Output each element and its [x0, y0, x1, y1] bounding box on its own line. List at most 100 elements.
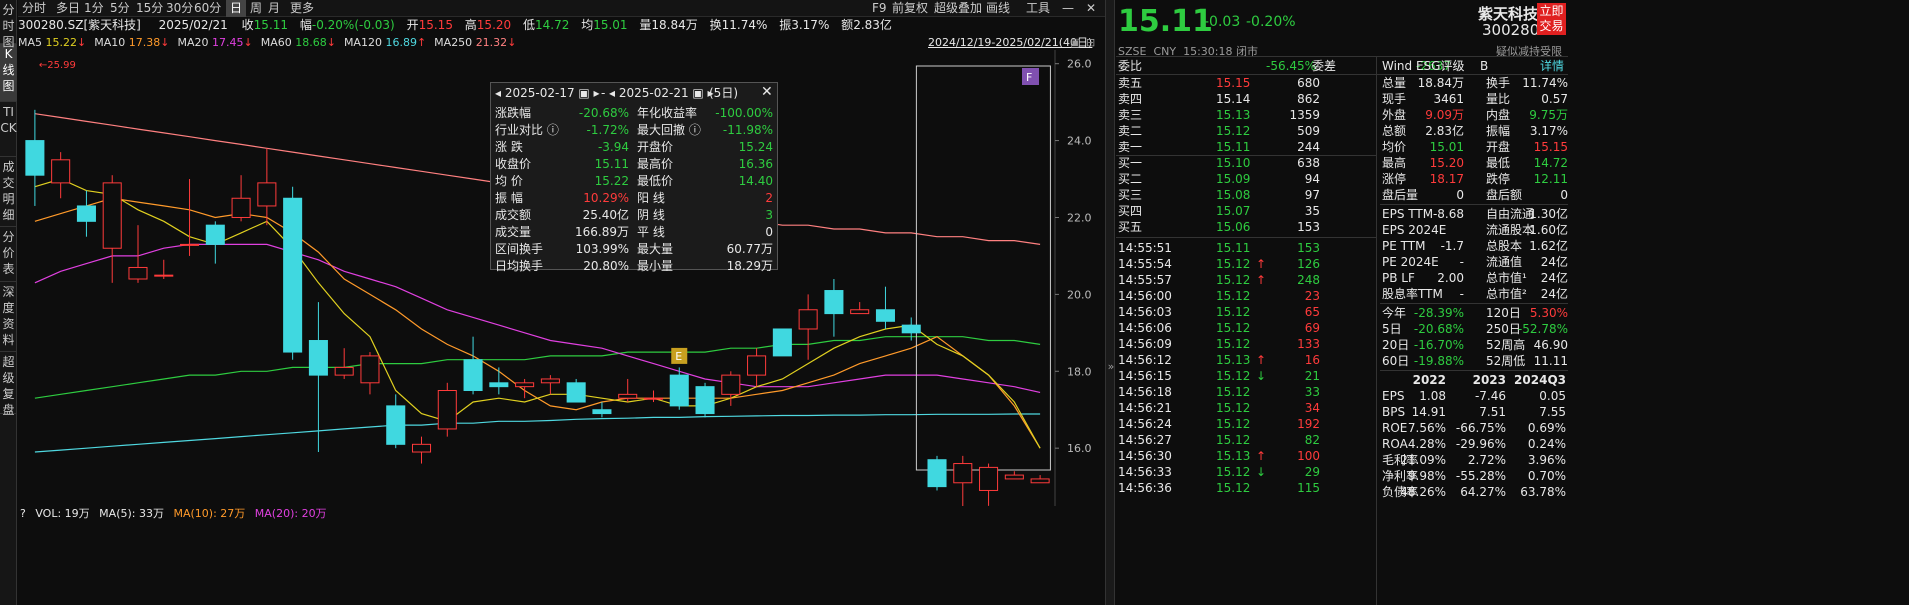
- range-end[interactable]: ◂ 2025-02-21 ▣ ▸: [609, 85, 714, 101]
- popup-close-icon[interactable]: ✕: [761, 84, 773, 100]
- overlay-button[interactable]: 超级叠加: [930, 0, 986, 17]
- left-tab-5[interactable]: 深度资料: [0, 282, 17, 352]
- popup-right-label: 最小量: [637, 259, 674, 273]
- popup-left-value: -20.68%: [578, 106, 629, 120]
- candle-body: [721, 374, 741, 395]
- period-8[interactable]: 周: [246, 0, 266, 17]
- period-bar: 分时 多日 1分 5分 15分 30分 60分日周月更多 F9 前复权 超级叠加 画线 工具…: [18, 0, 1105, 17]
- fin-value: 14.91: [1411, 405, 1446, 419]
- left-tabs: 分时图 K线图 TICK 成交明细 分价表 深度资料 超级复盘: [0, 0, 17, 605]
- open-label: 开: [406, 18, 419, 32]
- tick-arrow: ↑: [1256, 449, 1267, 463]
- buy-now-button[interactable]: 立即交易: [1537, 3, 1566, 35]
- esg-detail-link[interactable]: 详情: [1540, 58, 1564, 74]
- fund-label: 股息率TTM: [1382, 287, 1443, 301]
- tick-price: 15.12: [1216, 257, 1251, 271]
- tick-vol: 248: [1297, 273, 1320, 287]
- wb-value: -56.45%: [1266, 59, 1317, 73]
- period-7[interactable]: 日: [226, 0, 247, 17]
- fin-row: EPS 1.08 -7.46 0.05: [1380, 388, 1568, 404]
- expand-icon[interactable]: »: [1106, 360, 1116, 373]
- fin-value: 7.51: [1479, 405, 1506, 419]
- left-tab-0[interactable]: 分时图: [0, 0, 17, 49]
- popup-right-label: 最低价: [637, 174, 674, 188]
- left-tab-3[interactable]: 成交明细: [0, 157, 17, 227]
- fund-value-2: 1.30亿: [1529, 207, 1568, 221]
- period-3[interactable]: 5分: [106, 0, 134, 17]
- stat-label: 盘后量: [1382, 188, 1419, 202]
- candle-body: [308, 340, 328, 376]
- ma-arrow: ↑: [416, 36, 427, 49]
- minimize-icon[interactable]: —: [1058, 0, 1078, 17]
- candle-body: [747, 355, 767, 376]
- ma-label: MA20: [177, 36, 209, 49]
- question-icon[interactable]: ?: [20, 507, 26, 520]
- left-tab-6[interactable]: 超级复盘: [0, 352, 17, 417]
- candle-body: [51, 159, 71, 184]
- fin-header: 2022 2023 2024Q3: [1380, 372, 1568, 388]
- avg-label: 均: [581, 18, 594, 32]
- tick-price: 15.11: [1216, 241, 1251, 255]
- perf-value-2: 46.90: [1533, 338, 1568, 352]
- adjust-button[interactable]: 前复权: [888, 0, 932, 17]
- minus-icon[interactable]: ⊟: [1086, 35, 1095, 50]
- ma-value: 17.45: [211, 36, 244, 49]
- range-start-date[interactable]: 2025-02-17: [505, 86, 575, 100]
- y-tick-label: 26.0: [1067, 58, 1092, 71]
- perf-row: 5日 -20.68% 250日 -52.78%: [1380, 321, 1568, 337]
- date-range[interactable]: 2024/12/19-2025/02/21(40日): [928, 35, 1092, 50]
- candle-body: [1004, 474, 1024, 480]
- ask-vol: 680: [1297, 76, 1320, 90]
- ma-arrow: ↓: [243, 36, 253, 49]
- high-value: 15.20: [476, 18, 512, 32]
- fin-row: 负债率 48.26% 64.27% 63.78%: [1380, 484, 1568, 500]
- period-10[interactable]: 更多: [286, 0, 318, 17]
- range-end-date[interactable]: 2025-02-21: [619, 86, 689, 100]
- left-tab-4[interactable]: 分价表: [0, 227, 17, 282]
- bid-vol: 94: [1304, 172, 1320, 186]
- fund-label-2: 总市值¹: [1486, 271, 1527, 285]
- range-start[interactable]: ◂ 2025-02-17 ▣ ▸: [495, 85, 600, 101]
- fund-value: -8.68: [1432, 207, 1464, 221]
- draw-button[interactable]: 画线: [982, 0, 1014, 17]
- perf-row: 60日 -19.88% 52周低 11.11: [1380, 353, 1568, 369]
- right-panel: 15.11 -0.03 -0.20% 紫天科技 300280 立即交易 SZSE…: [1116, 0, 1909, 605]
- stat-value-2: 0: [1560, 188, 1568, 202]
- panel-divider[interactable]: »: [1105, 0, 1115, 605]
- perf-label-2: 52周高: [1486, 338, 1526, 352]
- popup-left-label: 振 幅: [495, 191, 523, 205]
- perf-label-2: 120日: [1486, 306, 1521, 320]
- vol-value: 18.84万: [651, 18, 698, 32]
- tick-vol: 69: [1304, 321, 1320, 335]
- stat-label-2: 最低: [1486, 156, 1511, 170]
- perf-label-2: 250日: [1486, 322, 1521, 336]
- tools-button[interactable]: 工具: [1022, 0, 1054, 17]
- ma-label: MA60: [260, 36, 292, 49]
- close-value: 15.11: [253, 18, 289, 32]
- calendar-icon[interactable]: ▣: [1070, 35, 1080, 50]
- ma-item-4: MA120 16.89↑: [344, 36, 426, 49]
- fin-value: 0.05: [1539, 389, 1566, 403]
- popup-left-label: 成交额: [495, 208, 532, 222]
- candle-body: [463, 359, 483, 392]
- fin-value: -7.46: [1474, 389, 1506, 403]
- period-9[interactable]: 月: [264, 0, 284, 17]
- left-tab-1[interactable]: K线图: [0, 44, 17, 102]
- high-label: 高: [464, 18, 477, 32]
- bid-vol: 153: [1297, 220, 1320, 234]
- period-6[interactable]: 60分: [190, 0, 225, 17]
- fund-value: -1.7: [1440, 239, 1464, 253]
- period-2[interactable]: 1分: [80, 0, 108, 17]
- popup-right-value: 15.24: [738, 140, 773, 154]
- left-tab-2[interactable]: TICK: [0, 102, 17, 157]
- y-tick-label: 20.0: [1067, 288, 1092, 301]
- period-0[interactable]: 分时: [18, 0, 50, 17]
- popup-left-label: 涨 跌: [495, 140, 523, 154]
- ma-label: MA5: [18, 36, 43, 49]
- fund-row: 股息率TTM - 总市值² 24亿: [1380, 286, 1568, 302]
- ma-item-5: MA250 21.32↓: [434, 36, 516, 49]
- fin-value: 48.26%: [1400, 485, 1446, 499]
- fin-label: EPS: [1382, 389, 1405, 403]
- stat-label: 总量: [1382, 76, 1407, 90]
- close-icon[interactable]: ✕: [1082, 0, 1100, 17]
